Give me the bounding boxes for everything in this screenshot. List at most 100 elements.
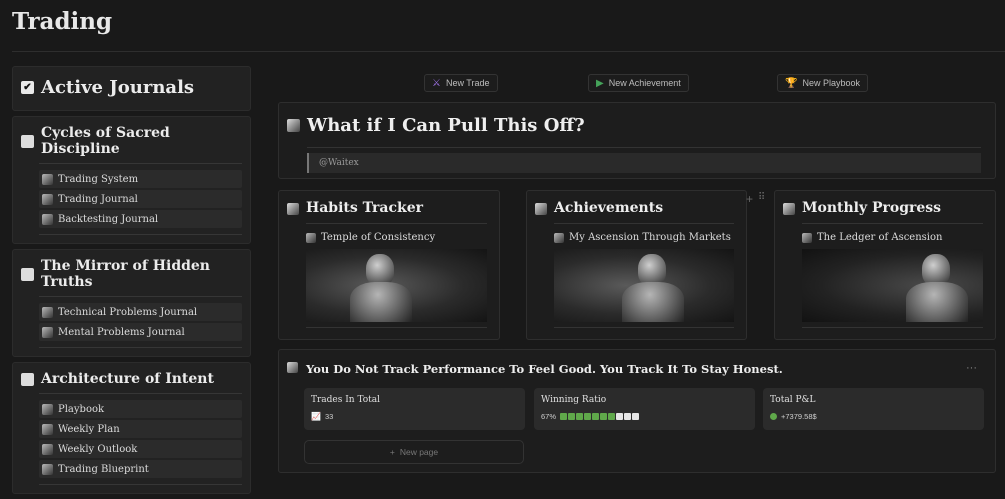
ratio-square <box>592 413 600 420</box>
page-thumb-icon <box>802 232 812 243</box>
statue-icon <box>287 362 298 373</box>
sidebar-item-trading-system[interactable]: Trading System <box>39 170 242 188</box>
ratio-square <box>632 413 640 420</box>
ratio-square <box>600 413 608 420</box>
divider <box>802 327 983 328</box>
monthly-progress-card: Monthly Progress The Ledger of Ascension <box>774 190 996 340</box>
page-thumb-icon <box>42 326 53 338</box>
divider <box>39 234 242 235</box>
statue-figure <box>618 252 688 322</box>
chart-icon: 📈 <box>311 412 321 421</box>
ratio-square <box>608 413 616 420</box>
page-title: Trading <box>12 8 113 35</box>
statue-icon <box>287 119 300 132</box>
card-title[interactable]: Achievements <box>554 200 663 216</box>
divider <box>802 223 983 224</box>
ratio-square <box>624 413 632 420</box>
card-title[interactable]: Monthly Progress <box>802 200 941 216</box>
sidebar-item-playbook[interactable]: Playbook <box>39 400 242 418</box>
habits-tracker-card: Habits Tracker Temple of Consistency <box>278 190 500 340</box>
more-options-icon[interactable]: ··· <box>966 362 977 374</box>
sidebar-section-discipline: Cycles of Sacred Discipline Trading Syst… <box>12 116 251 244</box>
quote-block: @Waitex <box>307 153 981 173</box>
sidebar-item-trading-journal[interactable]: Trading Journal <box>39 190 242 208</box>
sidebar-item-trading-blueprint[interactable]: Trading Blueprint <box>39 460 242 478</box>
section-title[interactable]: Active Journals <box>41 77 194 98</box>
divider <box>554 223 734 224</box>
statue-figure <box>902 252 972 322</box>
ratio-square <box>584 413 592 420</box>
statue-icon <box>21 267 34 281</box>
page-thumb-icon <box>306 232 316 243</box>
sidebar: ✔ Active Journals Cycles of Sacred Disci… <box>12 66 251 499</box>
winning-ratio-bar <box>560 413 640 420</box>
ascension-markets-link[interactable]: My Ascension Through Markets <box>554 232 731 243</box>
sidebar-section-mirror: The Mirror of Hidden Truths Technical Pr… <box>12 249 251 357</box>
achievements-card: Achievements My Ascension Through Market… <box>526 190 747 340</box>
sidebar-section-architecture: Architecture of Intent Playbook Weekly P… <box>12 362 251 494</box>
statue-icon <box>287 203 299 215</box>
new-page-button[interactable]: + New page <box>304 440 524 464</box>
divider <box>39 393 242 394</box>
ratio-square <box>560 413 568 420</box>
statue-image <box>554 249 734 322</box>
divider <box>39 296 242 297</box>
trophy-icon: 🏆 <box>785 77 798 89</box>
flag-icon: ▶ <box>596 77 604 89</box>
sidebar-item-technical-problems[interactable]: Technical Problems Journal <box>39 303 242 321</box>
temple-of-consistency-link[interactable]: Temple of Consistency <box>306 232 435 243</box>
new-achievement-button[interactable]: ▶ New Achievement <box>588 74 689 92</box>
statue-icon <box>21 372 34 386</box>
divider <box>307 147 981 148</box>
green-dot-icon <box>770 413 777 420</box>
statue-image <box>306 249 487 322</box>
sidebar-item-weekly-outlook[interactable]: Weekly Outlook <box>39 440 242 458</box>
checkbox-icon: ✔ <box>21 81 34 94</box>
section-title[interactable]: Architecture of Intent <box>41 371 214 387</box>
sidebar-item-mental-problems[interactable]: Mental Problems Journal <box>39 323 242 341</box>
stat-winning-ratio[interactable]: Winning Ratio 67% <box>534 388 755 430</box>
statue-image <box>802 249 983 322</box>
card-title[interactable]: Habits Tracker <box>306 200 423 216</box>
hero-card: What if I Can Pull This Off? @Waitex <box>278 102 996 179</box>
page-thumb-icon <box>42 306 53 318</box>
add-icon[interactable]: + <box>746 192 753 206</box>
divider <box>39 347 242 348</box>
title-divider <box>12 51 1005 52</box>
divider <box>554 327 734 328</box>
new-playbook-button[interactable]: 🏆 New Playbook <box>777 74 868 92</box>
page-thumb-icon <box>42 443 53 455</box>
new-trade-button[interactable]: ⚔ New Trade <box>424 74 498 92</box>
sidebar-section-active-journals: ✔ Active Journals <box>12 66 251 111</box>
divider <box>306 223 487 224</box>
page-thumb-icon <box>42 423 53 435</box>
hero-title[interactable]: What if I Can Pull This Off? <box>307 115 585 136</box>
section-title[interactable]: Cycles of Sacred Discipline <box>41 125 242 157</box>
drag-handle-icon[interactable]: ⠿ <box>758 192 765 203</box>
page-thumb-icon <box>554 232 564 243</box>
page-thumb-icon <box>42 193 53 205</box>
sword-icon: ⚔ <box>432 77 441 89</box>
statue-icon <box>21 134 34 148</box>
plus-icon: + <box>389 447 395 457</box>
statue-icon <box>535 203 547 215</box>
page-thumb-icon <box>42 173 53 185</box>
divider <box>39 163 242 164</box>
ledger-of-ascension-link[interactable]: The Ledger of Ascension <box>802 232 942 243</box>
page-thumb-icon <box>42 403 53 415</box>
divider <box>39 484 242 485</box>
divider <box>306 327 487 328</box>
stat-total-pnl[interactable]: Total P&L +7379.58$ <box>763 388 984 430</box>
ratio-square <box>576 413 584 420</box>
sidebar-item-backtesting-journal[interactable]: Backtesting Journal <box>39 210 242 228</box>
sidebar-item-weekly-plan[interactable]: Weekly Plan <box>39 420 242 438</box>
section-title[interactable]: The Mirror of Hidden Truths <box>41 258 242 290</box>
stat-trades-total[interactable]: Trades In Total 📈 33 <box>304 388 525 430</box>
performance-title: You Do Not Track Performance To Feel Goo… <box>306 362 783 376</box>
page-thumb-icon <box>42 213 53 225</box>
statue-icon <box>783 203 795 215</box>
ratio-square <box>616 413 624 420</box>
ratio-square <box>568 413 576 420</box>
page-thumb-icon <box>42 463 53 475</box>
performance-card: You Do Not Track Performance To Feel Goo… <box>278 349 996 473</box>
